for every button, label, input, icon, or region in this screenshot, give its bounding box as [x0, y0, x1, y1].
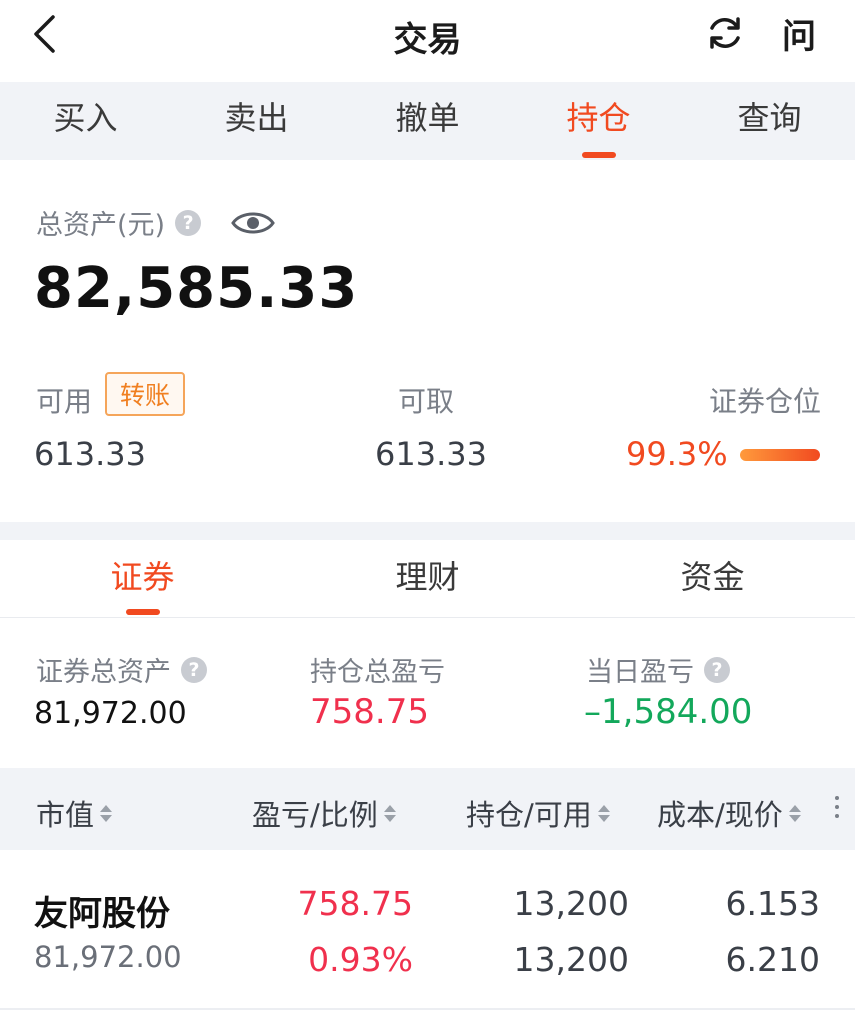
tab-query[interactable]: 查询: [684, 82, 855, 160]
tab-securities[interactable]: 证券: [0, 540, 285, 617]
securities-total-label-group: 证券总资产 ?: [36, 650, 207, 689]
sort-icon: [597, 804, 610, 822]
withdrawable-label: 可取: [398, 385, 455, 418]
refresh-button[interactable]: [702, 10, 748, 56]
column-cost-price[interactable]: 成本/现价: [657, 792, 801, 834]
column-pnl-ratio[interactable]: 盈亏/比例: [252, 792, 396, 834]
stock-price: 6.210: [725, 940, 820, 979]
daily-pnl-value: –1,584.00: [584, 692, 753, 732]
balance-labels: 可用 转账 可取 证券仓位: [0, 372, 855, 418]
position-bar: [740, 449, 820, 461]
asset-type-tab-bar: 证券 理财 资金: [0, 540, 855, 618]
eye-icon[interactable]: [231, 208, 275, 238]
column-holding-available[interactable]: 持仓/可用: [466, 792, 610, 834]
stock-pnl: 758.75: [297, 884, 413, 923]
help-icon[interactable]: ?: [704, 656, 730, 683]
sort-icon: [788, 804, 801, 822]
column-label: 市值: [36, 798, 95, 832]
securities-total-label: 证券总资产: [36, 657, 171, 688]
tab-positions[interactable]: 持仓: [513, 82, 684, 160]
help-icon[interactable]: ?: [175, 209, 202, 236]
section-divider: [0, 522, 855, 540]
securities-total-value: 81,972.00: [34, 696, 187, 731]
daily-pnl-label: 当日盈亏: [586, 657, 694, 688]
total-asset-header: 总资产(元) ?: [36, 203, 275, 242]
sort-icon: [383, 804, 396, 822]
transfer-button[interactable]: 转账: [105, 372, 185, 416]
stock-pnl-percent: 0.93%: [308, 940, 413, 979]
trade-tab-bar: 买入 卖出 撤单 持仓 查询: [0, 82, 855, 160]
tab-wealth-management[interactable]: 理财: [285, 540, 570, 617]
tab-sell[interactable]: 卖出: [171, 82, 342, 160]
help-icon[interactable]: ?: [181, 656, 207, 683]
holdings-table-header: 市值 盈亏/比例 持仓/可用 成本/现价: [0, 768, 855, 850]
balance-values: 613.33 613.33 99.3%: [0, 435, 855, 479]
column-label: 持仓/可用: [466, 798, 592, 832]
column-label: 成本/现价: [657, 798, 783, 832]
table-row[interactable]: 友阿股份 81,972.00 758.75 0.93% 13,200 13,20…: [0, 850, 855, 1010]
total-asset-label: 总资产(元): [36, 210, 166, 241]
refresh-icon: [710, 17, 740, 49]
stock-cost: 6.153: [725, 884, 820, 923]
stock-available: 13,200: [513, 940, 629, 979]
available-label: 可用: [36, 385, 93, 418]
position-label: 证券仓位: [708, 385, 821, 418]
available-value: 613.33: [34, 435, 146, 473]
withdrawable-value: 613.33: [375, 435, 487, 473]
column-label: 盈亏/比例: [252, 798, 378, 832]
stock-holding: 13,200: [513, 884, 629, 923]
total-asset-value: 82,585.33: [34, 256, 359, 321]
column-market-value[interactable]: 市值: [36, 792, 113, 834]
stock-market-value: 81,972.00: [34, 940, 182, 974]
holding-pnl-value: 758.75: [310, 692, 429, 732]
tab-cancel-order[interactable]: 撤单: [342, 82, 513, 160]
more-vertical-icon[interactable]: [835, 796, 839, 818]
daily-pnl-label-group: 当日盈亏 ?: [586, 650, 730, 689]
holding-pnl-label: 持仓总盈亏: [310, 657, 445, 688]
tab-buy[interactable]: 买入: [0, 82, 171, 160]
tab-funds[interactable]: 资金: [570, 540, 855, 617]
stats-labels: 证券总资产 ? 持仓总盈亏 当日盈亏 ?: [0, 650, 855, 689]
ask-button[interactable]: 问: [776, 8, 822, 58]
sort-icon: [100, 804, 113, 822]
position-value: 99.3%: [626, 435, 728, 473]
top-bar: 交易 问: [0, 0, 855, 82]
stock-name: 友阿股份: [34, 894, 170, 934]
stats-values: 81,972.00 758.75 –1,584.00: [0, 692, 855, 736]
